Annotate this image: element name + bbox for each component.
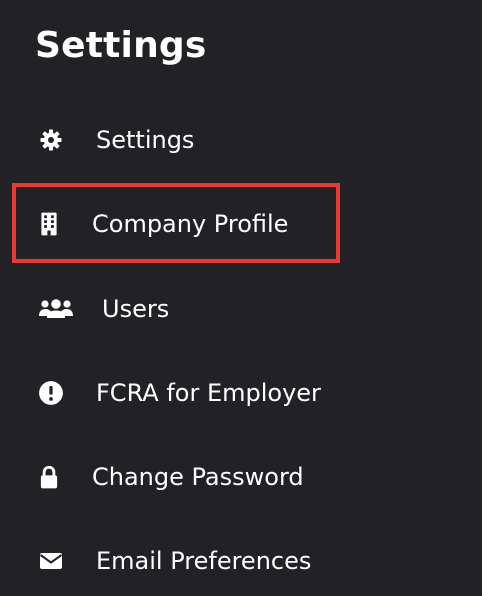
envelope-icon <box>37 549 65 573</box>
sidebar-item-users[interactable]: Users <box>0 287 360 331</box>
lock-icon <box>35 465 63 489</box>
page-title: Settings <box>35 25 207 66</box>
sidebar-item-label: Company Profile <box>92 210 289 238</box>
building-icon <box>35 212 63 236</box>
sidebar-item-fcra-for-employer[interactable]: FCRA for Employer <box>0 371 360 415</box>
sidebar-item-label: Settings <box>96 126 195 154</box>
sidebar-item-company-profile[interactable]: Company Profile <box>0 202 360 246</box>
users-icon <box>38 297 74 321</box>
exclamation-circle-icon <box>37 381 65 405</box>
sidebar-item-label: Change Password <box>92 463 304 491</box>
sidebar-item-label: Users <box>102 295 170 323</box>
sidebar-item-settings[interactable]: Settings <box>0 118 360 162</box>
sidebar-item-change-password[interactable]: Change Password <box>0 455 360 499</box>
sidebar-item-email-preferences[interactable]: Email Preferences <box>0 539 360 583</box>
settings-panel: Settings Settings Company Profile Users … <box>0 0 482 596</box>
sidebar-item-label: FCRA for Employer <box>96 379 321 407</box>
gear-icon <box>37 128 65 152</box>
sidebar-item-label: Email Preferences <box>96 547 312 575</box>
